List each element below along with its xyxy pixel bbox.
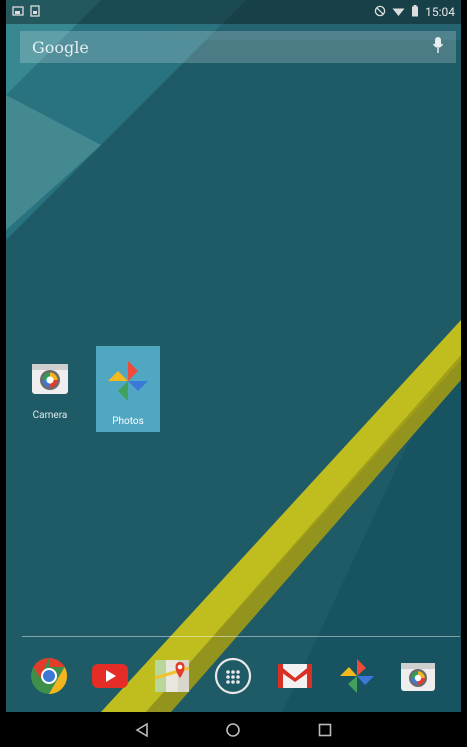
photos-pinwheel-icon bbox=[105, 358, 151, 408]
youtube-icon[interactable] bbox=[88, 654, 132, 698]
gmail-icon[interactable] bbox=[273, 654, 317, 698]
maps-icon[interactable] bbox=[150, 654, 194, 698]
app-drawer-icon[interactable] bbox=[211, 654, 255, 698]
google-search-bar[interactable]: Google bbox=[20, 31, 456, 63]
camera-icon[interactable] bbox=[396, 654, 440, 698]
do-not-disturb-icon bbox=[374, 5, 386, 20]
camera-icon bbox=[29, 358, 71, 402]
status-bar: 15:04 bbox=[6, 0, 461, 24]
wifi-icon bbox=[392, 5, 405, 20]
app-label-photos: Photos bbox=[112, 416, 144, 427]
dock-divider bbox=[22, 636, 460, 637]
back-icon[interactable] bbox=[127, 715, 157, 745]
google-logo: Google bbox=[32, 37, 89, 57]
dock bbox=[6, 644, 461, 708]
home-app-photos[interactable]: Photos bbox=[96, 346, 160, 432]
status-time: 15:04 bbox=[425, 5, 455, 19]
navigation-bar bbox=[6, 712, 461, 747]
screenshot-icon bbox=[12, 5, 24, 20]
android-home-screen: 15:04 Google Camera Photos bbox=[6, 0, 461, 747]
app-label-camera: Camera bbox=[32, 410, 68, 421]
home-icon[interactable] bbox=[218, 715, 248, 745]
battery-icon bbox=[411, 4, 419, 20]
mic-icon[interactable] bbox=[432, 36, 444, 58]
photos-pinwheel-icon[interactable] bbox=[335, 654, 379, 698]
recents-icon[interactable] bbox=[310, 715, 340, 745]
home-app-camera[interactable]: Camera bbox=[18, 346, 82, 432]
chrome-icon[interactable] bbox=[27, 654, 71, 698]
sim-icon bbox=[30, 4, 40, 20]
